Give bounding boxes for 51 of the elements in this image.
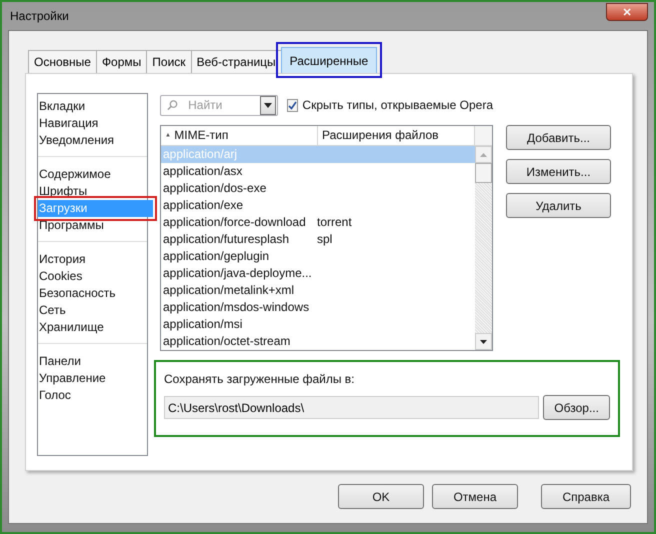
table-row[interactable]: application/octet-stream [161,333,475,350]
sidebar-item[interactable]: Хранилище [38,319,147,336]
sidebar-item[interactable]: Управление [38,370,147,387]
scroll-thumb[interactable] [475,163,492,183]
table-row[interactable]: application/exe [161,197,475,214]
up-arrow-icon[interactable] [480,152,487,156]
sidebar-item[interactable]: Вкладки [38,98,147,115]
caret-icon [264,102,272,108]
tab[interactable]: Основные [28,50,97,73]
window-title: Настройки [9,9,69,23]
action-button[interactable]: Удалить [506,193,611,218]
table-row[interactable]: application/futuresplash spl [161,231,475,248]
table-row[interactable]: application/force-download torrent [161,214,475,231]
path-field[interactable]: C:\Users\rost\Downloads\ [164,396,540,419]
table-row[interactable]: application/msi [161,316,475,333]
scrollbar[interactable] [475,146,492,350]
table-row[interactable]: application/asx [161,163,475,180]
browse-button[interactable]: Обзор... [543,395,610,420]
table-row[interactable]: application/dos-exe [161,180,475,197]
table-row[interactable]: application/metalink+xml [161,282,475,299]
dialog-button[interactable]: Справка [541,484,631,509]
search-icon [167,99,178,111]
checkbox-label: Скрыть типы, открываемые Opera [302,98,493,112]
search-combo[interactable]: Найти [160,94,278,116]
dialog-button[interactable]: Отмена [432,484,518,509]
sidebar-item[interactable]: Панели [38,353,147,370]
sidebar-item[interactable]: Уведомления [38,132,147,149]
tab[interactable]: Формы [96,50,148,73]
header-corner [475,126,492,145]
action-button[interactable]: Изменить... [506,159,611,184]
sidebar-item[interactable]: Безопасность [38,285,147,302]
sidebar-item[interactable]: Шрифты [38,183,147,200]
sidebar-item[interactable]: История [38,251,147,268]
tab[interactable]: Поиск [146,50,192,73]
table-row[interactable]: application/msdos-windows [161,299,475,316]
sidebar-item[interactable]: Голос [38,387,147,404]
tab[interactable]: Веб-страницы [190,50,282,73]
search-input[interactable]: Найти [182,98,260,112]
sidebar-item[interactable]: Программы [38,217,147,234]
dialog-button[interactable]: OK [338,484,424,509]
sidebar-item[interactable]: Cookies [38,268,147,285]
sidebar-item[interactable]: Содержимое [38,166,147,183]
field-label: Сохранять загруженные файлы в: [164,372,356,386]
down-arrow-icon[interactable] [480,340,487,344]
action-button[interactable]: Добавить... [506,125,611,150]
sidebar-item[interactable]: Сеть [38,302,147,319]
sidebar-item[interactable]: Навигация [38,115,147,132]
table-row[interactable]: application/java-deployme... [161,265,475,282]
checkbox[interactable] [287,98,298,112]
dropdown-button[interactable] [260,96,276,114]
table-row[interactable]: application/geplugin [161,248,475,265]
